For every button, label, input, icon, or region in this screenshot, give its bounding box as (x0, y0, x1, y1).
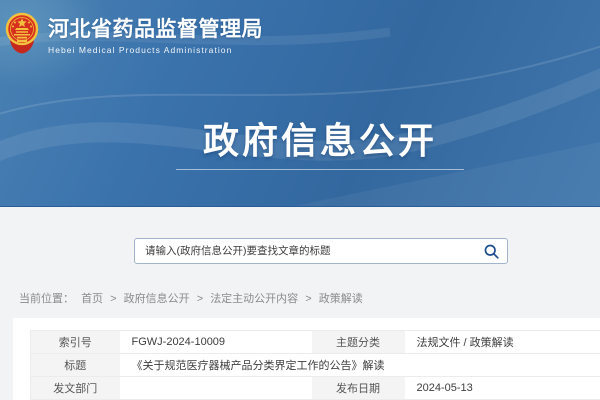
search-icon (483, 243, 500, 260)
table-row: 索引号 FGWJ-2024-10009 主题分类 法规文件 / 政策解读 (31, 331, 600, 354)
document-info-table: 索引号 FGWJ-2024-10009 主题分类 法规文件 / 政策解读 标题 … (30, 330, 600, 400)
title-label: 标题 (31, 354, 120, 377)
breadcrumb-separator: > (197, 293, 203, 305)
breadcrumb-item-home[interactable]: 首页 (81, 293, 103, 305)
breadcrumb-item-info-disclosure[interactable]: 政府信息公开 (124, 293, 190, 305)
table-row: 发文部门 发布日期 2024-05-13 (31, 377, 600, 400)
index-number-value: FGWJ-2024-10009 (120, 331, 312, 354)
breadcrumb: 当前位置： 首页 > 政府信息公开 > 法定主动公开内容 > 政策解读 (19, 290, 367, 306)
breadcrumb-separator: > (110, 293, 116, 305)
page: 河北省药品监督管理局 Hebei Medical Products Admini… (0, 0, 600, 400)
page-title: 政府信息公开 (20, 112, 600, 164)
site-logo-link[interactable]: 河北省药品监督管理局 Hebei Medical Products Admini… (5, 12, 263, 56)
department-value (120, 377, 312, 400)
publish-date-value: 2024-05-13 (405, 377, 600, 400)
breadcrumb-prefix: 当前位置： (19, 293, 74, 305)
department-label: 发文部门 (31, 377, 120, 400)
breadcrumb-item-policy-interpretation: 政策解读 (319, 293, 363, 305)
category-label: 主题分类 (312, 331, 405, 354)
publish-date-label: 发布日期 (312, 377, 405, 400)
table-row: 标题 《关于规范医疗器械产品分类界定工作的公告》解读 (31, 354, 600, 377)
title-value: 《关于规范医疗器械产品分类界定工作的公告》解读 (120, 354, 600, 377)
banner-title-area: 政府信息公开 (20, 112, 600, 164)
banner-title-underline (176, 169, 464, 170)
org-name-en: Hebei Medical Products Administration (48, 45, 263, 55)
national-emblem-icon (5, 12, 39, 56)
breadcrumb-separator: > (305, 293, 311, 305)
org-name-cn: 河北省药品监督管理局 (48, 18, 263, 41)
search-button[interactable] (475, 239, 507, 263)
index-number-label: 索引号 (31, 331, 120, 354)
search-input[interactable] (135, 239, 475, 263)
search-box (134, 238, 508, 264)
site-title-block: 河北省药品监督管理局 Hebei Medical Products Admini… (48, 12, 263, 55)
category-value: 法规文件 / 政策解读 (405, 331, 600, 354)
document-card: 索引号 FGWJ-2024-10009 主题分类 法规文件 / 政策解读 标题 … (13, 318, 600, 400)
hero-banner: 河北省药品监督管理局 Hebei Medical Products Admini… (0, 0, 600, 207)
breadcrumb-item-statutory-content[interactable]: 法定主动公开内容 (210, 293, 298, 305)
